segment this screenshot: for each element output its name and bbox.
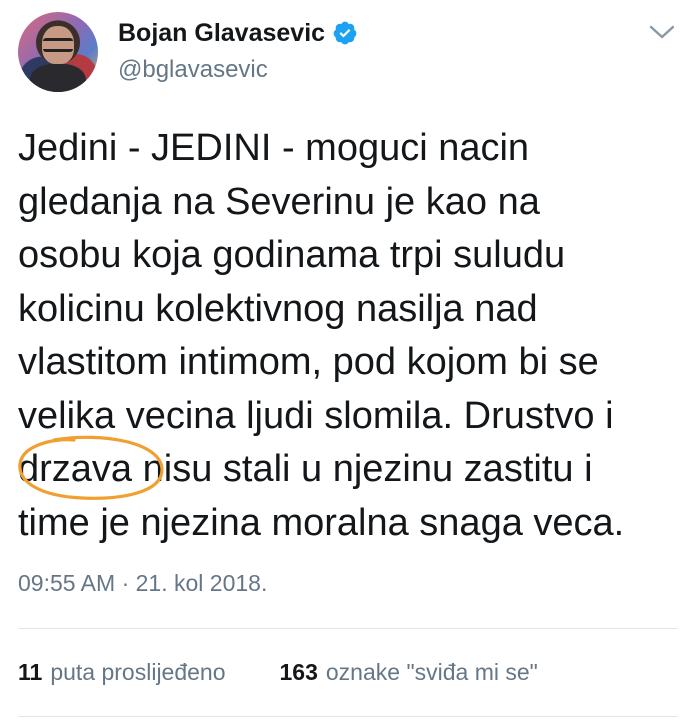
display-name[interactable]: Bojan Glavasevic	[118, 18, 325, 48]
tweet-text-line: kolicinu kolektivnog nasilja nad	[18, 287, 538, 330]
retweets-label: puta proslijeđeno	[50, 659, 226, 685]
chevron-down-icon[interactable]	[648, 22, 676, 42]
avatar[interactable]	[18, 12, 98, 92]
tweet-timestamp[interactable]: 09:55 AM · 21. kol 2018.	[18, 568, 267, 598]
retweets-stat[interactable]: 11 puta proslijeđeno	[18, 657, 226, 687]
divider	[18, 628, 678, 629]
user-handle[interactable]: @bglavasevic	[118, 55, 268, 85]
tweet-card: Bojan Glavasevic @bglavasevic Jedini - J…	[0, 0, 696, 724]
tweet-text-line: velika vecina ljudi slomila. Drustvo i	[18, 394, 614, 437]
tweet-text-line: osobu koja godinama trpi suludu	[18, 234, 566, 276]
tweet-text-line: time je njezina moralna snaga veca.	[18, 501, 625, 544]
tweet-text-line: drzava nisu stali u njezinu zastitu i	[18, 448, 593, 490]
avatar-glasses	[43, 38, 73, 52]
tweet-text-line: Jedini - JEDINI - moguci nacin	[18, 127, 530, 169]
tweet-text-line: gledanja na Severinu je kao na	[18, 180, 540, 223]
avatar-body	[30, 64, 86, 92]
author-name-row[interactable]: Bojan Glavasevic	[118, 18, 358, 48]
divider	[18, 716, 678, 717]
retweets-count: 11	[18, 659, 43, 685]
tweet-text-line: vlastitom intimom, pod kojom bi se	[18, 341, 599, 383]
tweet-stats: 11 puta proslijeđeno 163 oznake "sviđa m…	[18, 657, 538, 687]
likes-count: 163	[279, 659, 318, 685]
verified-badge-icon	[333, 21, 357, 45]
tweet-text: Jedini - JEDINI - moguci nacin gledanja …	[18, 122, 690, 550]
likes-label: oznake "sviđa mi se"	[325, 659, 538, 685]
likes-stat[interactable]: 163 oznake "sviđa mi se"	[280, 657, 538, 687]
